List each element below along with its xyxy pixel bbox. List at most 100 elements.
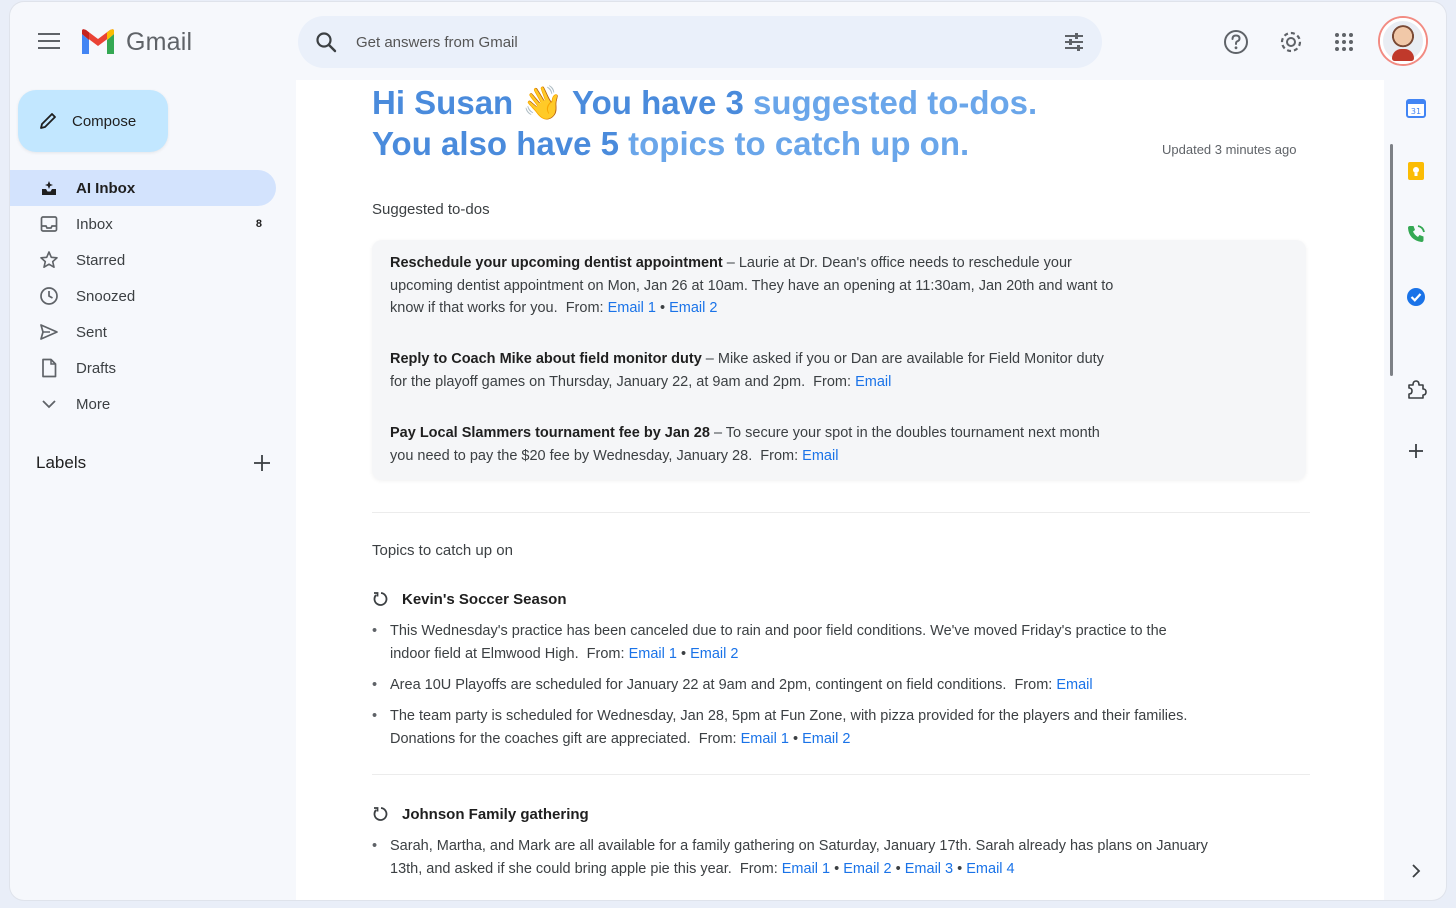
top-bar: Gmail — [10, 2, 1446, 80]
tasks-icon — [1407, 288, 1425, 306]
todo-item[interactable]: Reply to Coach Mike about field monitor … — [390, 348, 1190, 393]
email-link[interactable]: Email 1 — [629, 646, 677, 662]
sidebar-item-drafts[interactable]: Drafts — [10, 350, 280, 386]
help-icon — [1224, 30, 1248, 54]
from-label: From: — [760, 447, 799, 464]
from-label: From: — [565, 300, 604, 316]
sidebar-item-sent[interactable]: Sent — [10, 314, 280, 350]
account-avatar[interactable] — [1380, 18, 1426, 64]
sidebar-item-more[interactable]: More — [10, 386, 280, 422]
sidebar-item-starred[interactable]: Starred — [10, 242, 280, 278]
keep-icon — [1408, 162, 1424, 180]
email-link[interactable]: Email 2 — [690, 646, 738, 662]
bullet-text: Donations for the coaches gift are appre… — [390, 730, 691, 747]
todo-text: know if that works for you. — [390, 300, 558, 316]
refresh-icon — [373, 592, 388, 606]
settings-button[interactable] — [1277, 28, 1305, 56]
greeting-todos-highlight: suggested to-dos. — [753, 84, 1038, 121]
email-link[interactable]: Email 2 — [669, 300, 717, 316]
ai-inbox-icon — [38, 177, 60, 199]
todo-text: – Laurie at Dr. Dean's office needs to r… — [722, 255, 1072, 271]
from-label: From: — [586, 645, 625, 662]
todo-item[interactable]: Pay Local Slammers tournament fee by Jan… — [390, 422, 1190, 467]
topic-title: Johnson Family gathering — [402, 805, 589, 823]
apps-button[interactable] — [1330, 28, 1358, 56]
todo-text: – Mike asked if you or Dan are available… — [701, 351, 1104, 367]
search-options-icon[interactable] — [1062, 30, 1086, 54]
greeting-todo-count: You have 3 — [572, 84, 744, 121]
tasks-app-button[interactable] — [1404, 285, 1428, 309]
bullet-text: Sarah, Martha, and Mark are all availabl… — [390, 838, 1208, 854]
help-button[interactable] — [1222, 28, 1250, 56]
bullet-text: The team party is scheduled for Wednesda… — [390, 708, 1188, 724]
sidebar-item-ai-inbox[interactable]: AI Inbox — [10, 170, 276, 206]
wave-emoji-icon: 👋 — [522, 84, 564, 121]
email-link[interactable]: Email 1 — [608, 300, 656, 316]
phone-app-button[interactable] — [1404, 222, 1428, 246]
show-side-panel-button[interactable] — [1404, 859, 1428, 883]
compose-label: Compose — [72, 112, 137, 130]
labels-section-header: Labels — [36, 450, 272, 476]
sidebar-item-snoozed[interactable]: Snoozed — [10, 278, 280, 314]
search-icon[interactable] — [314, 30, 338, 54]
bullet-text: Area 10U Playoffs are scheduled for Janu… — [390, 677, 1007, 693]
updated-timestamp: Updated 3 minutes ago — [1162, 142, 1297, 157]
svg-text:31: 31 — [1411, 107, 1421, 116]
email-link[interactable]: Email 4 — [966, 861, 1014, 877]
todo-text: upcoming dentist appointment on Mon, Jan… — [390, 277, 1114, 294]
greeting-line-1: Hi Susan 👋 You have 3 suggested to-dos. — [372, 82, 1037, 123]
topic-bullet: The team party is scheduled for Wednesda… — [372, 705, 1272, 750]
compose-button[interactable]: Compose — [18, 90, 168, 152]
section-divider — [372, 512, 1310, 513]
suggested-todos-card: Reschedule your upcoming dentist appoint… — [372, 240, 1306, 480]
topic-header[interactable]: Johnson Family gathering — [372, 805, 589, 823]
gmail-logo[interactable]: Gmail — [80, 24, 192, 60]
suggested-todos-title: Suggested to-dos — [372, 201, 490, 218]
greeting-topics-highlight: topics to catch up on. — [628, 125, 970, 162]
topic-header[interactable]: Kevin's Soccer Season — [372, 590, 566, 608]
sidebar-item-label: AI Inbox — [76, 179, 136, 197]
greeting-topics-count: You also have 5 — [372, 125, 619, 162]
email-link[interactable]: Email — [802, 448, 838, 464]
add-icon — [1409, 444, 1423, 458]
todo-title: Reply to Coach Mike about field monitor … — [390, 351, 702, 367]
draft-icon — [38, 357, 60, 379]
addons-button[interactable] — [1404, 377, 1428, 401]
sidebar-item-inbox[interactable]: Inbox 8 — [10, 206, 280, 242]
scrollbar-thumb[interactable] — [1390, 144, 1393, 376]
pencil-icon — [40, 113, 56, 129]
get-addons-button[interactable] — [1404, 439, 1428, 463]
search-bar[interactable] — [298, 16, 1102, 68]
email-link[interactable]: Email 1 — [741, 731, 789, 747]
email-link[interactable]: Email 2 — [802, 731, 850, 747]
email-link[interactable]: Email 2 — [843, 861, 891, 877]
sidebar-nav: AI Inbox Inbox 8 Starred Snoozed Sent Dr… — [10, 170, 280, 422]
todo-title: Reschedule your upcoming dentist appoint… — [390, 255, 723, 271]
gmail-window: Gmail Compose — [10, 2, 1446, 900]
topics-title: Topics to catch up on — [372, 542, 513, 559]
email-link[interactable]: Email 1 — [782, 861, 830, 877]
search-input[interactable] — [356, 29, 1036, 55]
sidebar-item-label: Inbox — [76, 215, 113, 233]
ai-inbox-content: Hi Susan 👋 You have 3 suggested to-dos. … — [296, 80, 1384, 900]
email-link[interactable]: Email — [855, 374, 891, 390]
main-menu-button[interactable] — [34, 26, 64, 56]
clock-icon — [38, 285, 60, 307]
calendar-app-button[interactable]: 31 — [1404, 96, 1428, 120]
keep-app-button[interactable] — [1404, 159, 1428, 183]
phone-icon — [1408, 225, 1425, 242]
calendar-icon: 31 — [1406, 99, 1426, 118]
todo-item[interactable]: Reschedule your upcoming dentist appoint… — [390, 252, 1190, 320]
bullet-text: indoor field at Elmwood High. — [390, 645, 579, 662]
greeting-line-2: You also have 5 topics to catch up on. — [372, 123, 1037, 164]
add-label-icon[interactable] — [252, 453, 272, 473]
email-link[interactable]: Email — [1056, 677, 1092, 693]
sidebar-item-label: Sent — [76, 323, 107, 341]
greeting-heading: Hi Susan 👋 You have 3 suggested to-dos. … — [372, 82, 1037, 164]
email-link[interactable]: Email 3 — [905, 861, 953, 877]
puzzle-icon — [1408, 380, 1427, 399]
chevron-down-icon — [38, 393, 60, 415]
topic-bullet: Area 10U Playoffs are scheduled for Janu… — [372, 674, 1272, 697]
topic-bullet: Sarah, Martha, and Mark are all availabl… — [372, 835, 1272, 880]
refresh-icon — [373, 807, 388, 821]
